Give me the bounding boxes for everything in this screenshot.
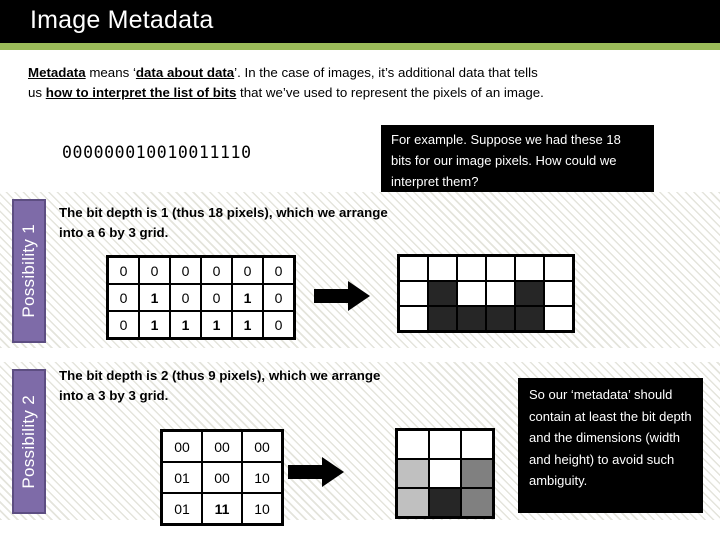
bit-cell: 0 <box>138 255 171 285</box>
pixel-cell <box>395 428 430 460</box>
pixel-cell <box>485 305 516 333</box>
bit-cell: 1 <box>169 310 202 340</box>
possibility-2-pixel-grid <box>395 428 495 519</box>
possibility-2-description: The bit depth is 2 (thus 9 pixels), whic… <box>59 368 381 403</box>
bit-cell: 01 <box>160 492 203 526</box>
table-row <box>395 428 495 460</box>
intro-text-d: that we’ve used to represent the pixels … <box>236 85 544 100</box>
bit-cell: 0 <box>169 255 202 285</box>
bit-cell: 01 <box>160 461 203 494</box>
pixel-cell <box>428 487 462 519</box>
intro-paragraph: Metadata means ‘data about data’. In the… <box>28 63 692 103</box>
pixel-cell <box>460 428 495 460</box>
intro-text-c: us <box>28 85 46 100</box>
bit-cell: 0 <box>106 255 140 285</box>
table-row: 01 00 10 <box>160 461 284 494</box>
table-row <box>397 254 575 282</box>
possibility-2-tab-label: Possibility 2 <box>19 394 38 489</box>
pixel-cell <box>427 254 458 282</box>
page-title: Image Metadata <box>30 6 214 34</box>
bit-string-value: 000000010010011110 <box>62 143 252 162</box>
intro-term-interpret-bits: how to interpret the list of bits <box>45 85 237 100</box>
pixel-cell <box>427 280 458 307</box>
bit-cell: 0 <box>262 310 296 340</box>
bit-cell: 0 <box>106 283 140 312</box>
table-row <box>397 305 575 333</box>
bit-cell: 00 <box>201 429 243 463</box>
pixel-cell <box>395 487 430 519</box>
pixel-cell <box>543 305 575 333</box>
possibility-1-bit-table: 0 0 0 0 0 0 0 1 0 0 1 0 0 1 1 1 1 0 <box>106 255 296 340</box>
intro-text-a: means ‘ <box>85 65 136 80</box>
bit-cell: 00 <box>160 429 203 463</box>
table-row: 0 1 1 1 1 0 <box>106 310 296 340</box>
pixel-cell <box>428 458 462 489</box>
right-arrow-icon <box>288 457 344 487</box>
pixel-cell <box>485 254 516 282</box>
bit-cell: 1 <box>138 310 171 340</box>
table-row <box>397 280 575 307</box>
callout-example: For example. Suppose we had these 18 bit… <box>381 125 654 195</box>
possibility-1-description: The bit depth is 1 (thus 18 pixels), whi… <box>59 205 388 240</box>
possibility-1-tab: Possibility 1 <box>12 199 46 343</box>
intro-term-metadata: Metadata <box>28 65 86 80</box>
bit-cell: 0 <box>106 310 140 340</box>
intro-line-2: us how to interpret the list of bits tha… <box>28 83 692 103</box>
bit-cell: 1 <box>200 310 233 340</box>
pixel-cell <box>397 280 429 307</box>
table-row: 0 0 0 0 0 0 <box>106 255 296 285</box>
bit-cell: 0 <box>262 255 296 285</box>
table-row: 00 00 00 <box>160 429 284 463</box>
table-row: 0 1 0 0 1 0 <box>106 283 296 312</box>
pixel-cell <box>456 305 487 333</box>
intro-text-b: ’. In the case of images, it’s additiona… <box>234 65 538 80</box>
pixel-cell <box>397 254 429 282</box>
pixel-cell <box>543 254 575 282</box>
pixel-cell <box>427 305 458 333</box>
table-row: 01 11 10 <box>160 492 284 526</box>
bit-cell: 1 <box>231 283 264 312</box>
pixel-cell <box>514 305 545 333</box>
pixel-cell <box>543 280 575 307</box>
bit-cell: 0 <box>200 283 233 312</box>
bit-cell: 0 <box>200 255 233 285</box>
pixel-cell <box>395 458 430 489</box>
pixel-cell <box>460 487 495 519</box>
pixel-cell <box>456 280 487 307</box>
callout-conclusion: So our ‘metadata’ should contain at leas… <box>518 378 703 513</box>
possibility-1-pixel-grid <box>397 254 575 333</box>
header-accent-rule <box>0 43 720 50</box>
pixel-cell <box>456 254 487 282</box>
pixel-cell <box>485 280 516 307</box>
bit-cell: 10 <box>241 492 284 526</box>
bit-cell: 1 <box>231 310 264 340</box>
bit-cell: 00 <box>241 429 284 463</box>
possibility-1-tab-label: Possibility 1 <box>19 224 38 318</box>
bit-cell: 00 <box>201 461 243 494</box>
pixel-cell <box>514 254 545 282</box>
table-row <box>395 458 495 489</box>
intro-line-1: Metadata means ‘data about data’. In the… <box>28 63 692 83</box>
bit-cell: 1 <box>138 283 171 312</box>
bit-cell: 0 <box>262 283 296 312</box>
bit-cell: 0 <box>169 283 202 312</box>
bit-cell: 11 <box>201 492 243 526</box>
pixel-cell <box>514 280 545 307</box>
pixel-cell <box>460 458 495 489</box>
right-arrow-icon <box>314 281 370 311</box>
bit-cell: 10 <box>241 461 284 494</box>
possibility-2-tab: Possibility 2 <box>12 369 46 514</box>
table-row <box>395 487 495 519</box>
pixel-cell <box>428 428 462 460</box>
intro-term-data-about-data: data about data <box>135 65 235 80</box>
bit-cell: 0 <box>231 255 264 285</box>
possibility-2-bit-table: 00 00 00 01 00 10 01 11 10 <box>160 429 284 526</box>
pixel-cell <box>397 305 429 333</box>
